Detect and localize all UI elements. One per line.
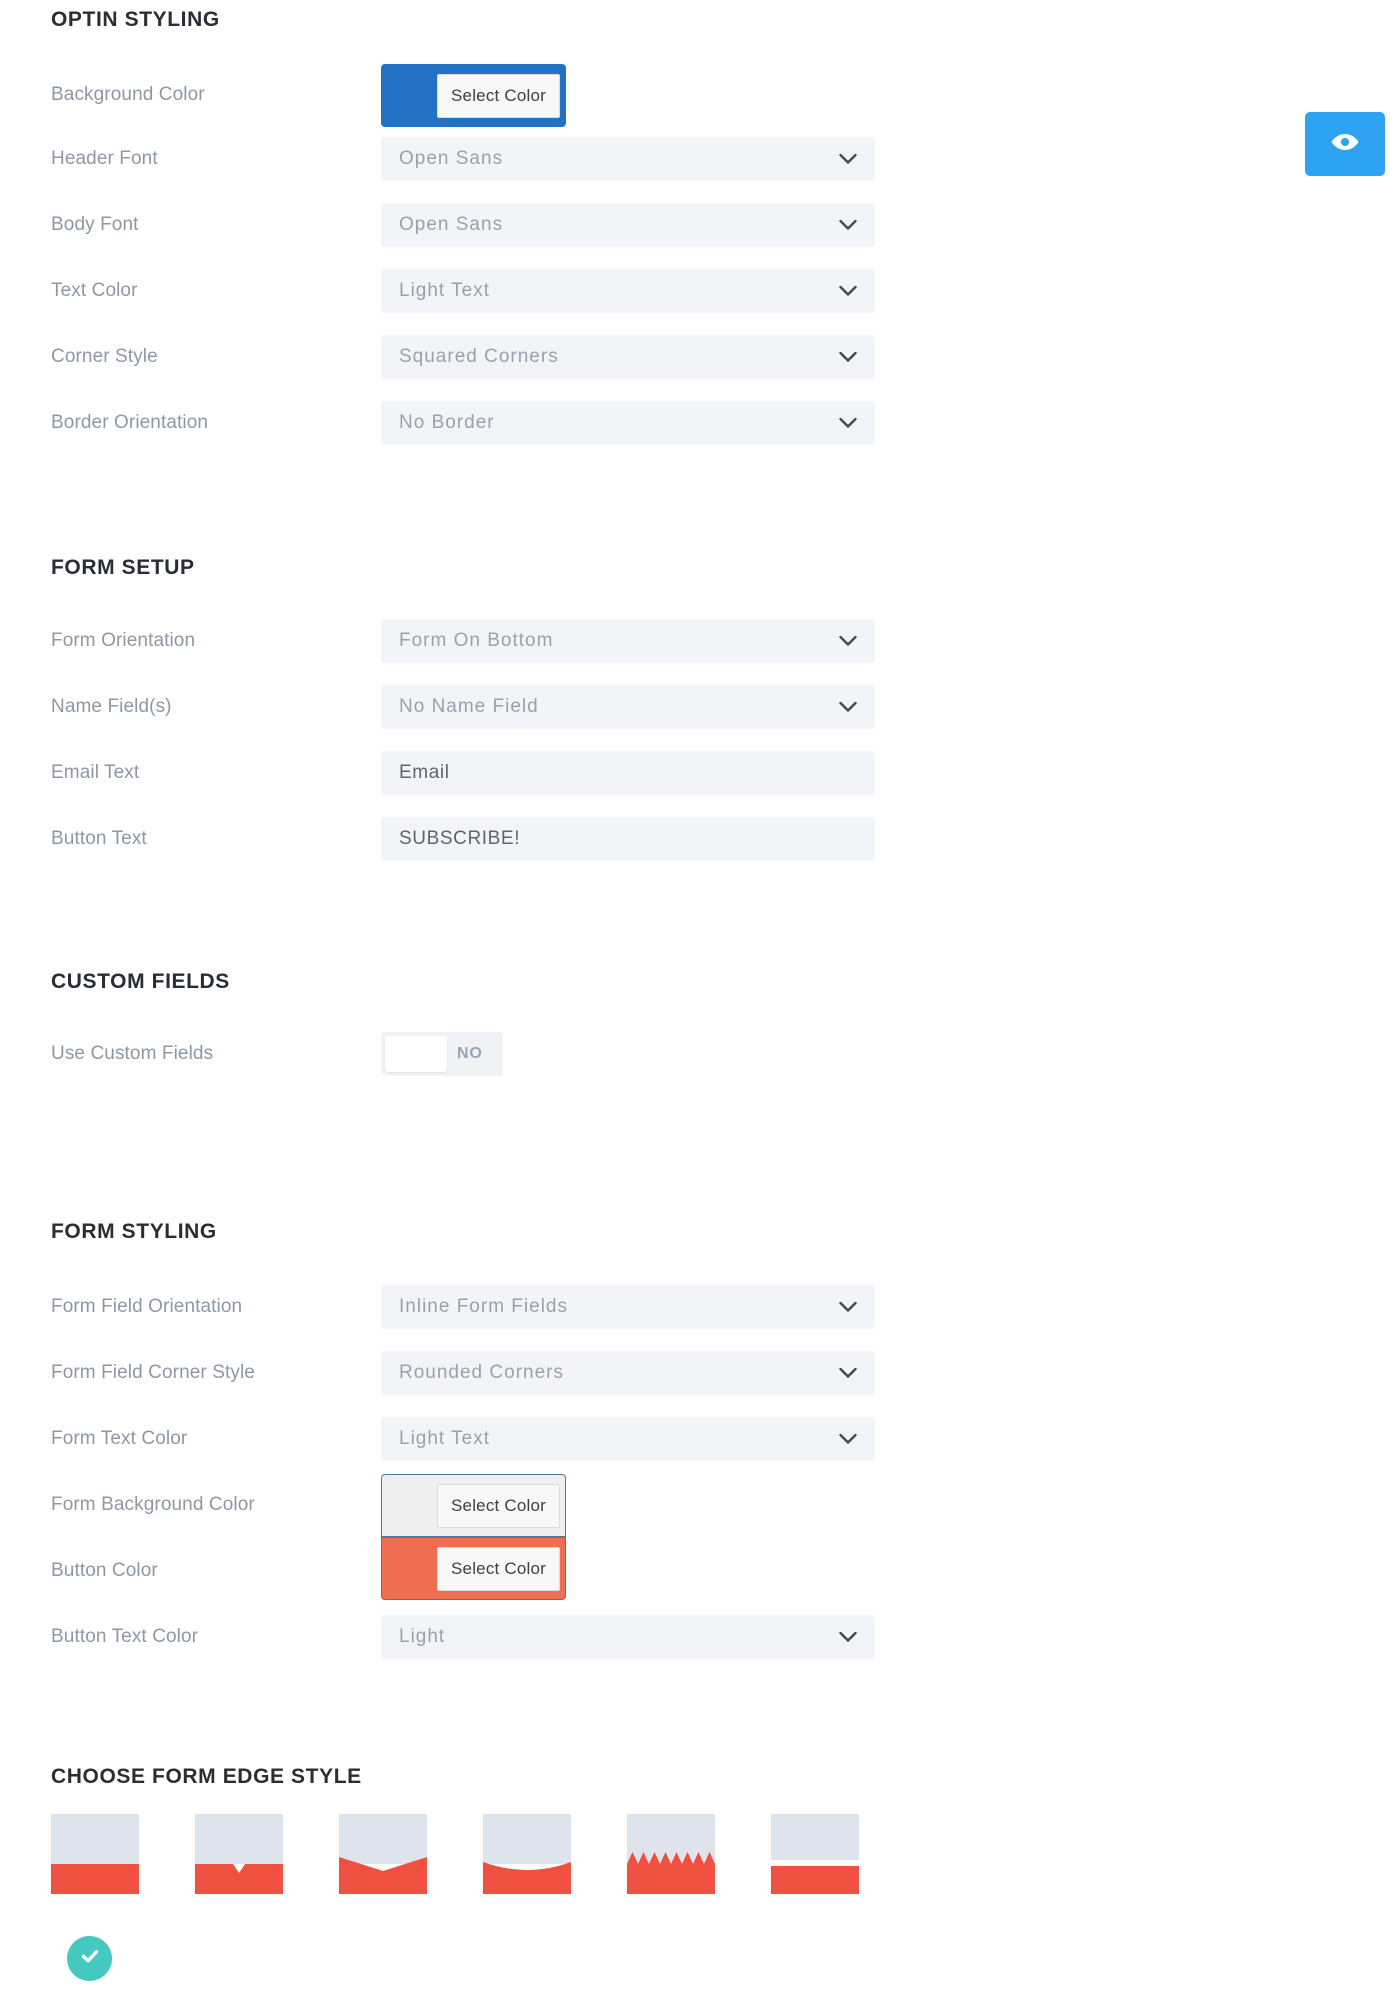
label-button-text: Button Text <box>51 828 147 849</box>
chevron-down-icon <box>839 351 857 363</box>
email-text-value: Email <box>399 762 450 783</box>
body-font-value: Open Sans <box>399 214 504 235</box>
label-body-font: Body Font <box>51 214 139 235</box>
label-corner-style: Corner Style <box>51 346 158 367</box>
form-text-color-value: Light Text <box>399 1428 490 1449</box>
corner-style-select[interactable]: Squared Corners <box>381 335 875 379</box>
form-field-orientation-value: Inline Form Fields <box>399 1296 568 1317</box>
chevron-down-icon <box>839 1367 857 1379</box>
edge-style-option-curve-edge[interactable] <box>483 1814 571 1894</box>
label-form-background-color: Form Background Color <box>51 1494 255 1515</box>
label-button-text-color: Button Text Color <box>51 1626 199 1647</box>
background-color-swatch[interactable]: Select Color <box>381 64 566 127</box>
row-name-fields: Name Field(s) No Name Field <box>0 685 1400 729</box>
row-corner-style: Corner Style Squared Corners <box>0 335 1400 379</box>
edge-style-option-flat-edge[interactable] <box>51 1814 139 1894</box>
edge-style-option-gap-edge[interactable] <box>771 1814 859 1894</box>
form-orientation-select[interactable]: Form On Bottom <box>381 619 875 663</box>
preview-toggle-button[interactable] <box>1305 112 1385 176</box>
row-background-color: Background Color Select Color <box>0 64 1400 127</box>
check-icon <box>78 1944 102 1973</box>
button-text-input[interactable]: SUBSCRIBE! <box>381 817 875 861</box>
row-body-font: Body Font Open Sans <box>0 203 1400 247</box>
button-text-color-select[interactable]: Light <box>381 1615 875 1659</box>
label-form-orientation: Form Orientation <box>51 630 196 651</box>
label-text-color: Text Color <box>51 280 138 301</box>
button-select-color-button[interactable]: Select Color <box>437 1546 560 1591</box>
label-border-orientation: Border Orientation <box>51 412 209 433</box>
row-form-field-corner-style: Form Field Corner Style Rounded Corners <box>0 1351 1400 1395</box>
row-form-text-color: Form Text Color Light Text <box>0 1417 1400 1461</box>
name-fields-value: No Name Field <box>399 696 539 717</box>
form-background-color-swatch[interactable]: Select Color <box>381 1474 566 1537</box>
row-form-background-color: Form Background Color Select Color <box>0 1474 1400 1537</box>
section-heading-choose-form-edge-style: CHOOSE FORM EDGE STYLE <box>51 1765 362 1788</box>
chevron-down-icon <box>839 417 857 429</box>
label-form-field-corner-style: Form Field Corner Style <box>51 1362 255 1383</box>
label-background-color: Background Color <box>51 84 205 105</box>
chevron-down-icon <box>839 701 857 713</box>
label-name-fields: Name Field(s) <box>51 696 172 717</box>
form-field-corner-style-value: Rounded Corners <box>399 1362 564 1383</box>
text-color-select[interactable]: Light Text <box>381 269 875 313</box>
chevron-down-icon <box>839 635 857 647</box>
form-orientation-value: Form On Bottom <box>399 630 554 651</box>
border-orientation-value: No Border <box>399 412 495 433</box>
row-email-text: Email Text Email <box>0 751 1400 795</box>
text-color-value: Light Text <box>399 280 490 301</box>
use-custom-fields-toggle[interactable]: NO <box>381 1032 503 1076</box>
row-header-font: Header Font Open Sans <box>0 137 1400 181</box>
row-border-orientation: Border Orientation No Border <box>0 401 1400 445</box>
label-form-field-orientation: Form Field Orientation <box>51 1296 243 1317</box>
row-button-text-color: Button Text Color Light <box>0 1615 1400 1659</box>
button-text-color-value: Light <box>399 1626 446 1647</box>
row-button-text: Button Text SUBSCRIBE! <box>0 817 1400 861</box>
row-button-color: Button Color Select Color <box>0 1537 1400 1600</box>
header-font-value: Open Sans <box>399 148 504 169</box>
background-select-color-button[interactable]: Select Color <box>437 73 560 118</box>
chevron-down-icon <box>839 153 857 165</box>
edge-style-option-zigzag-edge[interactable] <box>627 1814 715 1894</box>
name-fields-select[interactable]: No Name Field <box>381 685 875 729</box>
chevron-down-icon <box>839 219 857 231</box>
row-form-field-orientation: Form Field Orientation Inline Form Field… <box>0 1285 1400 1329</box>
section-heading-custom-fields: CUSTOM FIELDS <box>51 970 230 993</box>
section-heading-optin-styling: OPTIN STYLING <box>51 8 220 31</box>
header-font-select[interactable]: Open Sans <box>381 137 875 181</box>
label-email-text: Email Text <box>51 762 140 783</box>
edge-style-options <box>51 1814 1251 1894</box>
row-use-custom-fields: Use Custom Fields NO <box>0 1032 1400 1076</box>
label-form-text-color: Form Text Color <box>51 1428 188 1449</box>
edge-style-selected-check-badge[interactable] <box>67 1936 112 1981</box>
chevron-down-icon <box>839 1631 857 1643</box>
button-color-swatch[interactable]: Select Color <box>381 1537 566 1600</box>
button-text-value: SUBSCRIBE! <box>399 828 521 849</box>
toggle-knob[interactable] <box>385 1036 447 1072</box>
row-text-color: Text Color Light Text <box>0 269 1400 313</box>
body-font-select[interactable]: Open Sans <box>381 203 875 247</box>
chevron-down-icon <box>839 1433 857 1445</box>
section-heading-form-setup: FORM SETUP <box>51 556 195 579</box>
form-field-corner-style-select[interactable]: Rounded Corners <box>381 1351 875 1395</box>
section-heading-form-styling: FORM STYLING <box>51 1220 217 1243</box>
eye-icon <box>1330 131 1360 158</box>
optin-settings-panel: OPTIN STYLING Background Color Select Co… <box>0 0 1400 1991</box>
form-background-select-color-button[interactable]: Select Color <box>437 1483 560 1528</box>
edge-style-option-wide-v-edge[interactable] <box>339 1814 427 1894</box>
toggle-state-label: NO <box>457 1045 483 1062</box>
label-button-color: Button Color <box>51 1560 158 1581</box>
corner-style-value: Squared Corners <box>399 346 559 367</box>
chevron-down-icon <box>839 285 857 297</box>
label-header-font: Header Font <box>51 148 158 169</box>
row-form-orientation: Form Orientation Form On Bottom <box>0 619 1400 663</box>
email-text-input[interactable]: Email <box>381 751 875 795</box>
border-orientation-select[interactable]: No Border <box>381 401 875 445</box>
form-field-orientation-select[interactable]: Inline Form Fields <box>381 1285 875 1329</box>
chevron-down-icon <box>839 1301 857 1313</box>
edge-style-option-notch-edge[interactable] <box>195 1814 283 1894</box>
label-use-custom-fields: Use Custom Fields <box>51 1043 214 1064</box>
form-text-color-select[interactable]: Light Text <box>381 1417 875 1461</box>
